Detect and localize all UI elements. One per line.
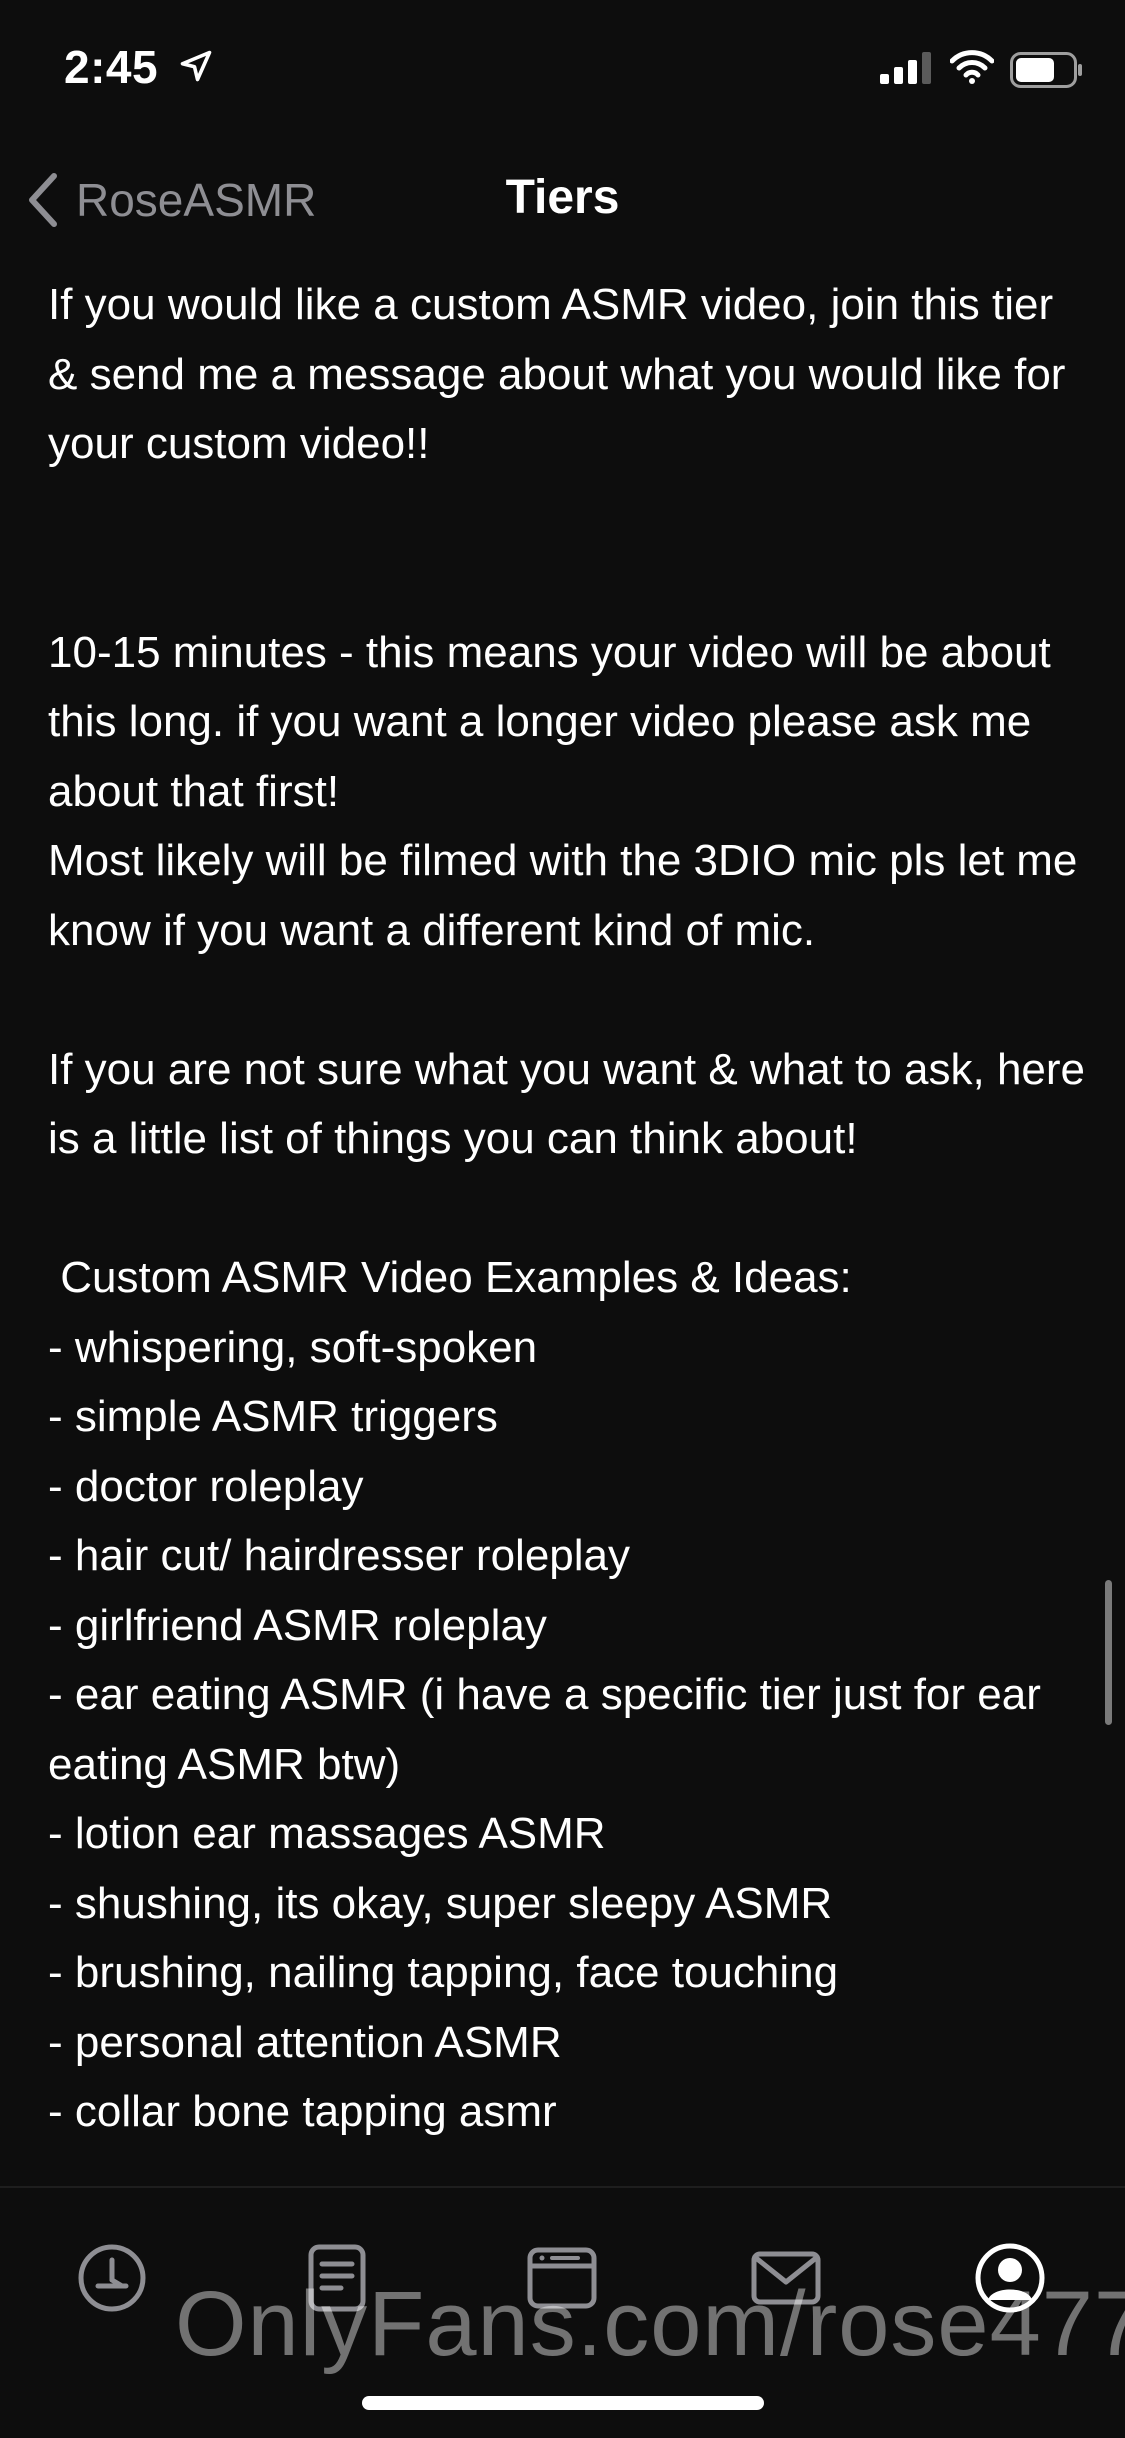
- unsure-paragraph: If you are not sure what you want & what…: [48, 1044, 1086, 1164]
- list-item: - collar bone tapping asmr: [48, 2087, 557, 2136]
- list-item: - whispering, soft-spoken: [48, 1322, 538, 1372]
- tier-description: If you would like a custom ASMR video, j…: [48, 270, 1088, 2185]
- home-indicator[interactable]: [362, 2396, 764, 2410]
- list-item: - simple ASMR triggers: [48, 1392, 498, 1441]
- list-item: - hair cut/ hairdresser roleplay: [48, 1531, 631, 1580]
- navigation-bar: RoseASMR Tiers: [0, 150, 1125, 250]
- wifi-icon: [950, 50, 994, 84]
- cellular-signal-icon: [880, 52, 931, 84]
- scrollbar[interactable]: [1105, 1580, 1112, 1725]
- mic-paragraph: Most likely will be filmed with the 3DIO…: [48, 836, 1078, 955]
- examples-heading: Custom ASMR Video Examples & Ideas:: [48, 1253, 852, 1302]
- page-title: Tiers: [505, 171, 620, 224]
- list-item: - doctor roleplay: [48, 1461, 364, 1511]
- list-item: - brushing, nailing tapping, face touchi…: [48, 1948, 839, 1997]
- tab-home[interactable]: [72, 2238, 152, 2318]
- list-item: - ear eating ASMR (i have a specific tie…: [48, 1670, 1054, 1789]
- location-arrow-icon: [180, 50, 212, 82]
- list-item: - shushing, its okay, super sleepy ASMR: [48, 1878, 833, 1928]
- intro-paragraph: If you would like a custom ASMR video, j…: [48, 280, 1078, 468]
- status-bar: 2:45: [0, 0, 1125, 140]
- battery-icon: [1010, 52, 1082, 88]
- length-paragraph: 10-15 minutes - this means your video wi…: [48, 627, 1063, 816]
- status-time: 2:45: [64, 41, 159, 93]
- list-item: - lotion ear massages ASMR: [48, 1809, 606, 1858]
- list-item: - girlfriend ASMR roleplay: [48, 1600, 547, 1650]
- home-icon: [78, 2244, 146, 2312]
- list-item: - personal attention ASMR: [48, 2017, 562, 2067]
- watermark: OnlyFans.com/rose477: [175, 2273, 1125, 2375]
